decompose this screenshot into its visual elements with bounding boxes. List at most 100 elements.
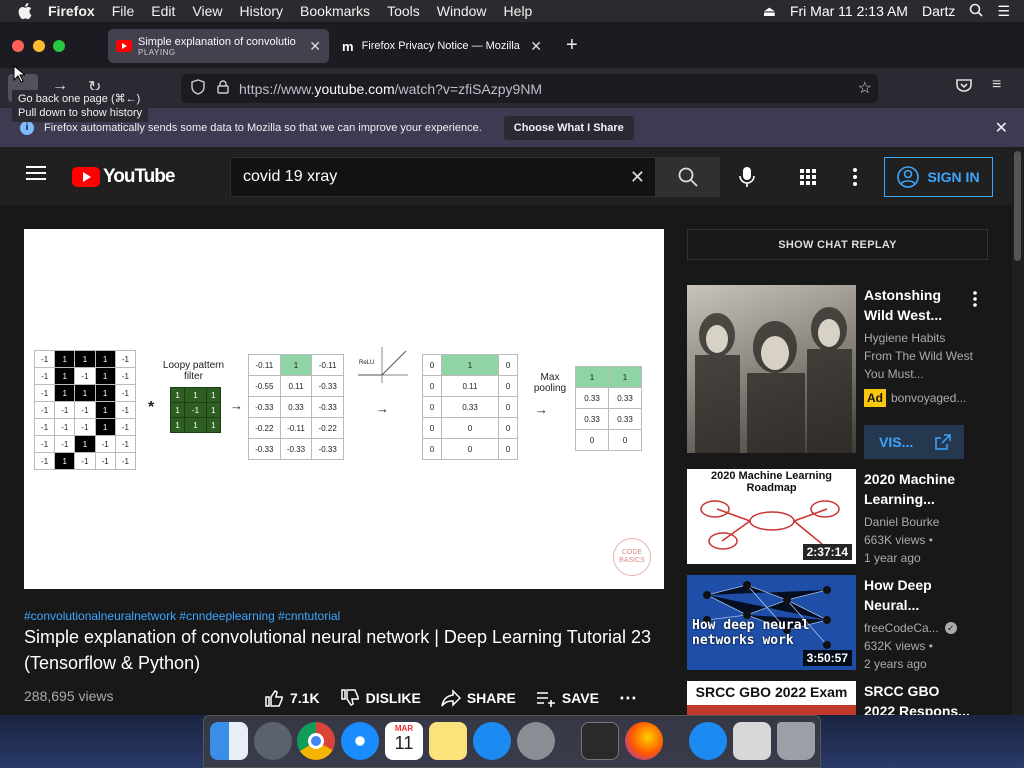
launchpad-icon[interactable]: [254, 722, 292, 760]
youtube-logo[interactable]: YouTube: [72, 166, 175, 188]
more-options-icon[interactable]: [853, 168, 857, 191]
safari-icon[interactable]: [341, 722, 379, 760]
video-thumbnail[interactable]: How deep neural networks work 3:50:57: [687, 575, 856, 670]
input-image-grid: -1 1 1 1 -1 -1 1 -1 1 -1 -1 1 1 1 -1 -1 -1 -1 1 -1 -1 -1 -1 1 -1…: [33, 350, 137, 470]
disk-utility-icon[interactable]: [733, 722, 771, 760]
grid-cell: 1: [74, 384, 96, 402]
close-notification-icon[interactable]: ✕: [995, 118, 1008, 138]
grid-row: -1 1 -1 1 -1: [33, 367, 137, 385]
grid-cell: -1: [114, 367, 137, 385]
thumbnail-text: How deep neural networks work: [692, 618, 810, 648]
recommendation-info: Astonshing Wild West... Hygiene Habits F…: [864, 285, 974, 407]
chrome-icon[interactable]: [297, 722, 335, 760]
ad-channel: bonvoyaged...: [891, 391, 967, 405]
recommendation-title[interactable]: SRCC GBO 2022 Respons...: [864, 681, 974, 715]
grid-cell: 1: [184, 417, 207, 433]
finder-icon[interactable]: [210, 722, 248, 760]
apps-grid-icon[interactable]: [800, 169, 816, 190]
menu-history[interactable]: History: [239, 3, 283, 19]
grid-cell: 0.33: [575, 387, 609, 409]
menu-file[interactable]: File: [112, 3, 135, 19]
like-button[interactable]: 7.1K: [264, 688, 320, 708]
url-bar[interactable]: https://www. youtube.com/watch?v=zfiSAzpy…: [181, 74, 878, 103]
menu-app-name[interactable]: Firefox: [48, 3, 95, 19]
recommendation-item[interactable]: SRCC GBO 2022 Exam SRCC GBO 2022 Respons…: [687, 681, 1007, 715]
menubar-user[interactable]: Dartz: [922, 3, 955, 19]
recommendation-title[interactable]: How Deep Neural...: [864, 575, 974, 615]
back-button-tooltip: Go back one page (⌘←) Pull down to show …: [12, 90, 149, 122]
video-thumbnail[interactable]: 2020 Machine Learning Roadmap 2:37:14: [687, 469, 856, 564]
recommendation-title[interactable]: Astonshing Wild West...: [864, 285, 974, 325]
page-scrollbar[interactable]: [1012, 147, 1024, 715]
search-input[interactable]: covid 19 xray ✕: [230, 157, 656, 197]
minimize-window-button[interactable]: [33, 40, 45, 52]
close-window-button[interactable]: [12, 40, 24, 52]
sign-in-button[interactable]: SIGN IN: [884, 157, 993, 197]
firefox-icon[interactable]: [625, 722, 663, 760]
grid-cell: -1: [184, 402, 207, 418]
menu-help[interactable]: Help: [504, 3, 533, 19]
terminal-icon[interactable]: [581, 722, 619, 760]
recommendation-menu-icon[interactable]: [973, 291, 977, 312]
grid-cell: 0.33: [608, 387, 642, 409]
save-button[interactable]: SAVE: [536, 688, 599, 708]
choose-what-i-share-button[interactable]: Choose What I Share: [503, 115, 634, 140]
relu-label: ReLU: [359, 360, 375, 366]
new-tab-button[interactable]: +: [566, 34, 578, 57]
grid-cell: 0: [422, 375, 442, 397]
spotlight-icon[interactable]: [969, 3, 984, 20]
menu-window[interactable]: Window: [437, 3, 487, 19]
shield-icon[interactable]: [191, 79, 205, 98]
grid-row: 00: [575, 429, 642, 451]
ad-thumbnail[interactable]: [687, 285, 856, 453]
grid-cell: 1: [94, 350, 116, 368]
recommendation-item[interactable]: How deep neural networks work 3:50:57 Ho…: [687, 575, 1007, 671]
menubar-clock[interactable]: Fri Mar 11 2:13 AM: [790, 3, 908, 19]
recommendation-item[interactable]: 2020 Machine Learning Roadmap 2:37:14 20…: [687, 469, 1007, 565]
pocket-icon[interactable]: [956, 78, 972, 97]
eject-icon[interactable]: ⏏: [763, 3, 776, 20]
scrollbar-thumb[interactable]: [1014, 151, 1021, 261]
mozilla-favicon-icon: m: [342, 38, 354, 54]
video-hashtags[interactable]: #convolutionalneuralnetwork #cnndeeplear…: [24, 609, 340, 623]
menu-bookmarks[interactable]: Bookmarks: [300, 3, 370, 19]
video-thumbnail[interactable]: SRCC GBO 2022 Exam: [687, 681, 856, 715]
grid-cell: -1: [74, 418, 96, 436]
zoom-window-button[interactable]: [53, 40, 65, 52]
visit-ad-button[interactable]: VIS...: [864, 425, 964, 459]
close-tab-icon[interactable]: ✕: [309, 38, 321, 55]
bookmark-star-icon[interactable]: ☆: [858, 78, 872, 98]
system-preferences-icon[interactable]: [517, 722, 555, 760]
control-center-icon[interactable]: ☰: [997, 3, 1010, 20]
menu-tools[interactable]: Tools: [387, 3, 420, 19]
dislike-button[interactable]: DISLIKE: [340, 688, 421, 708]
show-chat-replay-button[interactable]: SHOW CHAT REPLAY: [687, 229, 988, 260]
apple-icon[interactable]: [18, 0, 36, 22]
tab-youtube[interactable]: Simple explanation of convolutio PLAYING…: [108, 29, 329, 63]
grid-cell: 1: [94, 418, 116, 436]
trash-icon[interactable]: [777, 722, 815, 760]
video-player[interactable]: -1 1 1 1 -1 -1 1 -1 1 -1 -1 1 1 1 -1 -1 -1 -1 1 -1 -1 -1 -1 1 -1…: [24, 229, 664, 589]
recommendation-title[interactable]: 2020 Machine Learning...: [864, 469, 974, 509]
channel-name[interactable]: freeCodeCa...: [864, 619, 939, 637]
calendar-icon[interactable]: MAR 11: [385, 722, 423, 760]
downloads-app-store-icon[interactable]: [689, 722, 727, 760]
grid-cell: -0.33: [248, 438, 281, 460]
search-button[interactable]: [656, 157, 720, 197]
more-actions-icon[interactable]: ⋯: [619, 688, 637, 709]
channel-name[interactable]: Daniel Bourke: [864, 513, 974, 531]
recommendation-ad[interactable]: Astonshing Wild West... Hygiene Habits F…: [687, 285, 1007, 459]
close-tab-icon[interactable]: ✕: [530, 38, 542, 55]
app-menu-icon[interactable]: ≡: [992, 76, 1001, 94]
hamburger-menu-icon[interactable]: [26, 165, 46, 186]
share-button[interactable]: SHARE: [441, 688, 516, 708]
tab-privacy-notice[interactable]: m Firefox Privacy Notice — Mozilla ✕: [334, 29, 550, 63]
microphone-icon[interactable]: [739, 167, 755, 192]
notes-icon[interactable]: [429, 722, 467, 760]
grid-cell: 1: [205, 417, 222, 433]
clear-search-icon[interactable]: ✕: [630, 167, 645, 188]
app-store-icon[interactable]: [473, 722, 511, 760]
menu-edit[interactable]: Edit: [151, 3, 175, 19]
menu-view[interactable]: View: [192, 3, 222, 19]
lock-icon[interactable]: [217, 80, 229, 97]
